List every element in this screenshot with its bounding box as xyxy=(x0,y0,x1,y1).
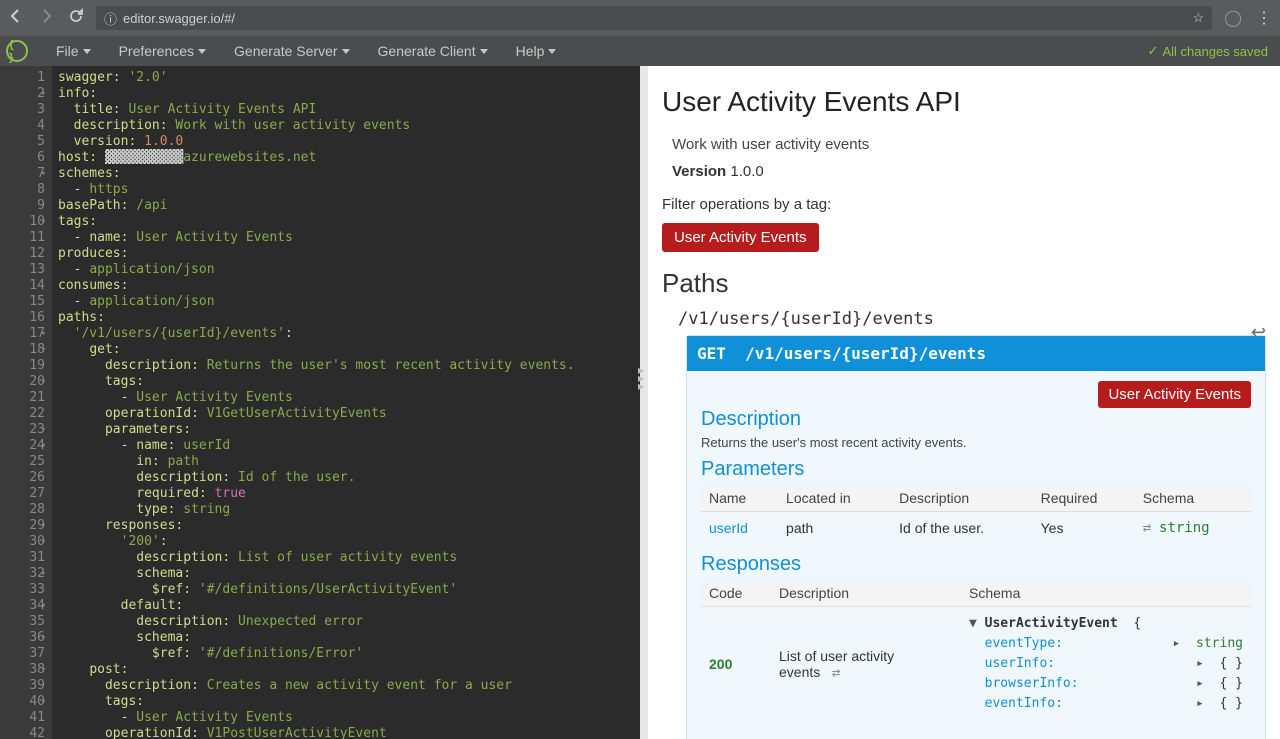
operation-description: Returns the user's most recent activity … xyxy=(701,435,1251,450)
caret-down-icon xyxy=(548,49,556,54)
table-header-row: Code Description Schema xyxy=(701,580,1251,607)
filter-label: Filter operations by a tag: xyxy=(662,196,1266,213)
caret-down-icon xyxy=(198,49,206,54)
api-title: User Activity Events API xyxy=(662,86,1266,118)
tag-filter-pill[interactable]: User Activity Events xyxy=(662,223,819,252)
reply-arrow-icon[interactable]: ↩ xyxy=(1251,322,1266,343)
forward-icon[interactable] xyxy=(38,8,54,29)
app-menu-bar: { } File Preferences Generate Server Gen… xyxy=(0,36,1280,66)
parameters-table: NameLocated in DescriptionRequired Schem… xyxy=(701,485,1251,543)
path-title: /v1/users/{userId}/events xyxy=(678,309,1266,329)
code-content[interactable]: swagger: '2.0'info: title: User Activity… xyxy=(52,66,575,739)
operation-box: GET /v1/users/{userId}/events User Activ… xyxy=(686,335,1266,739)
menu-generate-client[interactable]: Generate Client xyxy=(378,43,488,59)
description-heading: Description xyxy=(701,408,1251,431)
swap-icon: ⇄ xyxy=(832,665,840,681)
api-version: Version 1.0.0 xyxy=(672,163,1266,180)
operation-tag-pill[interactable]: User Activity Events xyxy=(1098,381,1251,408)
browser-chrome-bar: ⓘ editor.swagger.io/#/ ☆ ◯ ⋮ xyxy=(0,0,1280,36)
schema-box: ▼ UserActivityEvent { eventType:▸ string… xyxy=(961,607,1251,722)
paths-heading: Paths xyxy=(662,268,1266,299)
menu-file[interactable]: File xyxy=(56,43,91,59)
table-row: userId path Id of the user. Yes ⇄ string xyxy=(701,512,1251,544)
account-icon[interactable]: ◯ xyxy=(1224,8,1242,28)
kebab-menu-icon[interactable]: ⋮ xyxy=(1256,8,1272,28)
menu-help[interactable]: Help xyxy=(516,43,557,59)
yaml-editor[interactable]: 12▾34567▾8910▾11121314151617▾18▾1920▾212… xyxy=(0,66,640,739)
info-icon[interactable]: ⓘ xyxy=(104,9,117,28)
parameters-heading: Parameters xyxy=(701,458,1251,481)
address-bar[interactable]: ⓘ editor.swagger.io/#/ ☆ xyxy=(96,6,1212,30)
operation-header[interactable]: GET /v1/users/{userId}/events xyxy=(687,336,1265,371)
line-number-gutter: 12▾34567▾8910▾11121314151617▾18▾1920▾212… xyxy=(0,66,52,739)
reload-icon[interactable] xyxy=(68,8,84,29)
save-status: ✓ All changes saved xyxy=(1148,43,1268,59)
caret-down-icon xyxy=(342,49,350,54)
pane-splitter[interactable]: ▸▸▸ xyxy=(640,66,648,739)
check-icon: ✓ xyxy=(1148,43,1159,59)
menu-generate-server[interactable]: Generate Server xyxy=(234,43,350,59)
responses-heading: Responses xyxy=(701,553,1251,576)
table-row: 200 List of user activity events ⇄ ▼ Use… xyxy=(701,607,1251,722)
api-description: Work with user activity events xyxy=(672,136,1266,153)
back-icon[interactable] xyxy=(8,8,24,29)
swap-icon: ⇄ xyxy=(1143,520,1151,536)
menu-preferences[interactable]: Preferences xyxy=(119,43,206,59)
responses-table: Code Description Schema 200 List of user… xyxy=(701,580,1251,721)
url-text: editor.swagger.io/#/ xyxy=(123,11,235,26)
caret-down-icon xyxy=(480,49,488,54)
table-header-row: NameLocated in DescriptionRequired Schem… xyxy=(701,485,1251,512)
caret-down-icon xyxy=(83,49,91,54)
swagger-logo-icon: { } xyxy=(6,40,28,62)
api-preview-pane: User Activity Events API Work with user … xyxy=(648,66,1280,739)
star-icon[interactable]: ☆ xyxy=(1192,10,1204,26)
